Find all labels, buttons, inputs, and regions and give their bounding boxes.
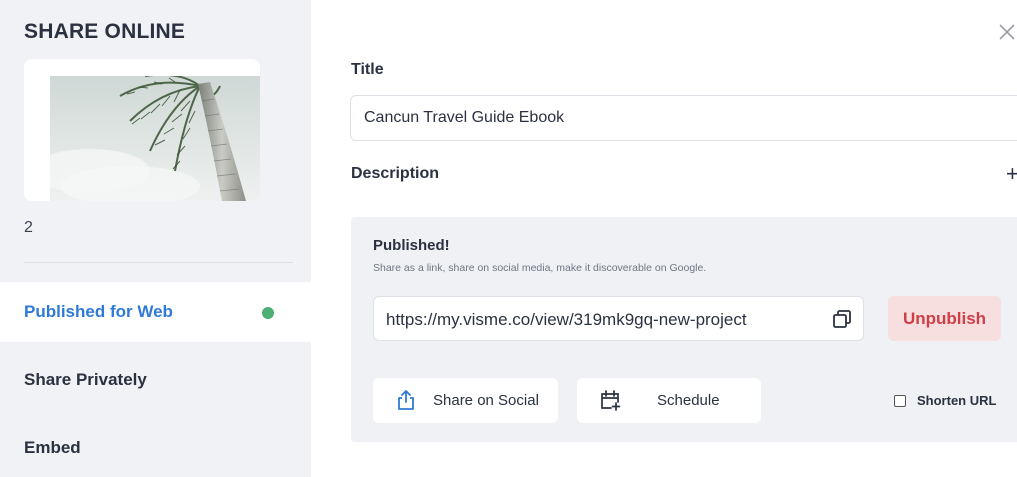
nav-label: Published for Web [24,302,173,321]
title-label: Title [351,61,384,78]
project-thumbnail[interactable] [24,59,260,201]
palm-tree-image [50,76,260,201]
checkbox-box[interactable] [894,394,906,407]
title-input[interactable] [350,95,1017,141]
publish-subtext: Share as a link, share on social media, … [373,262,707,274]
description-label: Description [351,165,440,182]
shorten-url-checkbox[interactable]: Shorten URL [894,393,996,408]
nav-label: Embed [24,438,81,457]
expand-description-button[interactable]: + [1006,161,1017,187]
unpublish-button[interactable]: Unpublish [888,296,1001,341]
close-icon[interactable] [993,18,1017,46]
nav-share-privately[interactable]: Share Privately [0,350,311,410]
published-status-dot [262,307,274,319]
calendar-add-icon [601,390,621,411]
nav-embed[interactable]: Embed [0,418,311,477]
shorten-url-label: Shorten URL [917,393,997,408]
schedule-label: Schedule [657,392,720,409]
schedule-button[interactable]: Schedule [577,378,761,423]
sidebar: SHARE ONLINE 2 Published for Web Share P… [0,0,311,477]
published-url[interactable]: https://my.visme.co/view/319mk9gq-new-pr… [386,310,747,330]
sidebar-divider [24,262,293,263]
copy-icon[interactable] [832,309,852,329]
nav-published-for-web[interactable]: Published for Web [0,282,311,342]
nav-label: Share Privately [24,370,147,389]
share-on-social-label: Share on Social [433,392,539,409]
share-upload-icon [398,390,414,410]
sidebar-title: SHARE ONLINE [24,20,186,43]
page-count: 2 [24,219,33,236]
published-url-field[interactable]: https://my.visme.co/view/319mk9gq-new-pr… [373,296,864,341]
share-on-social-button[interactable]: Share on Social [373,378,558,423]
publish-heading: Published! [373,237,450,254]
publish-panel: Published! Share as a link, share on soc… [351,217,1017,442]
